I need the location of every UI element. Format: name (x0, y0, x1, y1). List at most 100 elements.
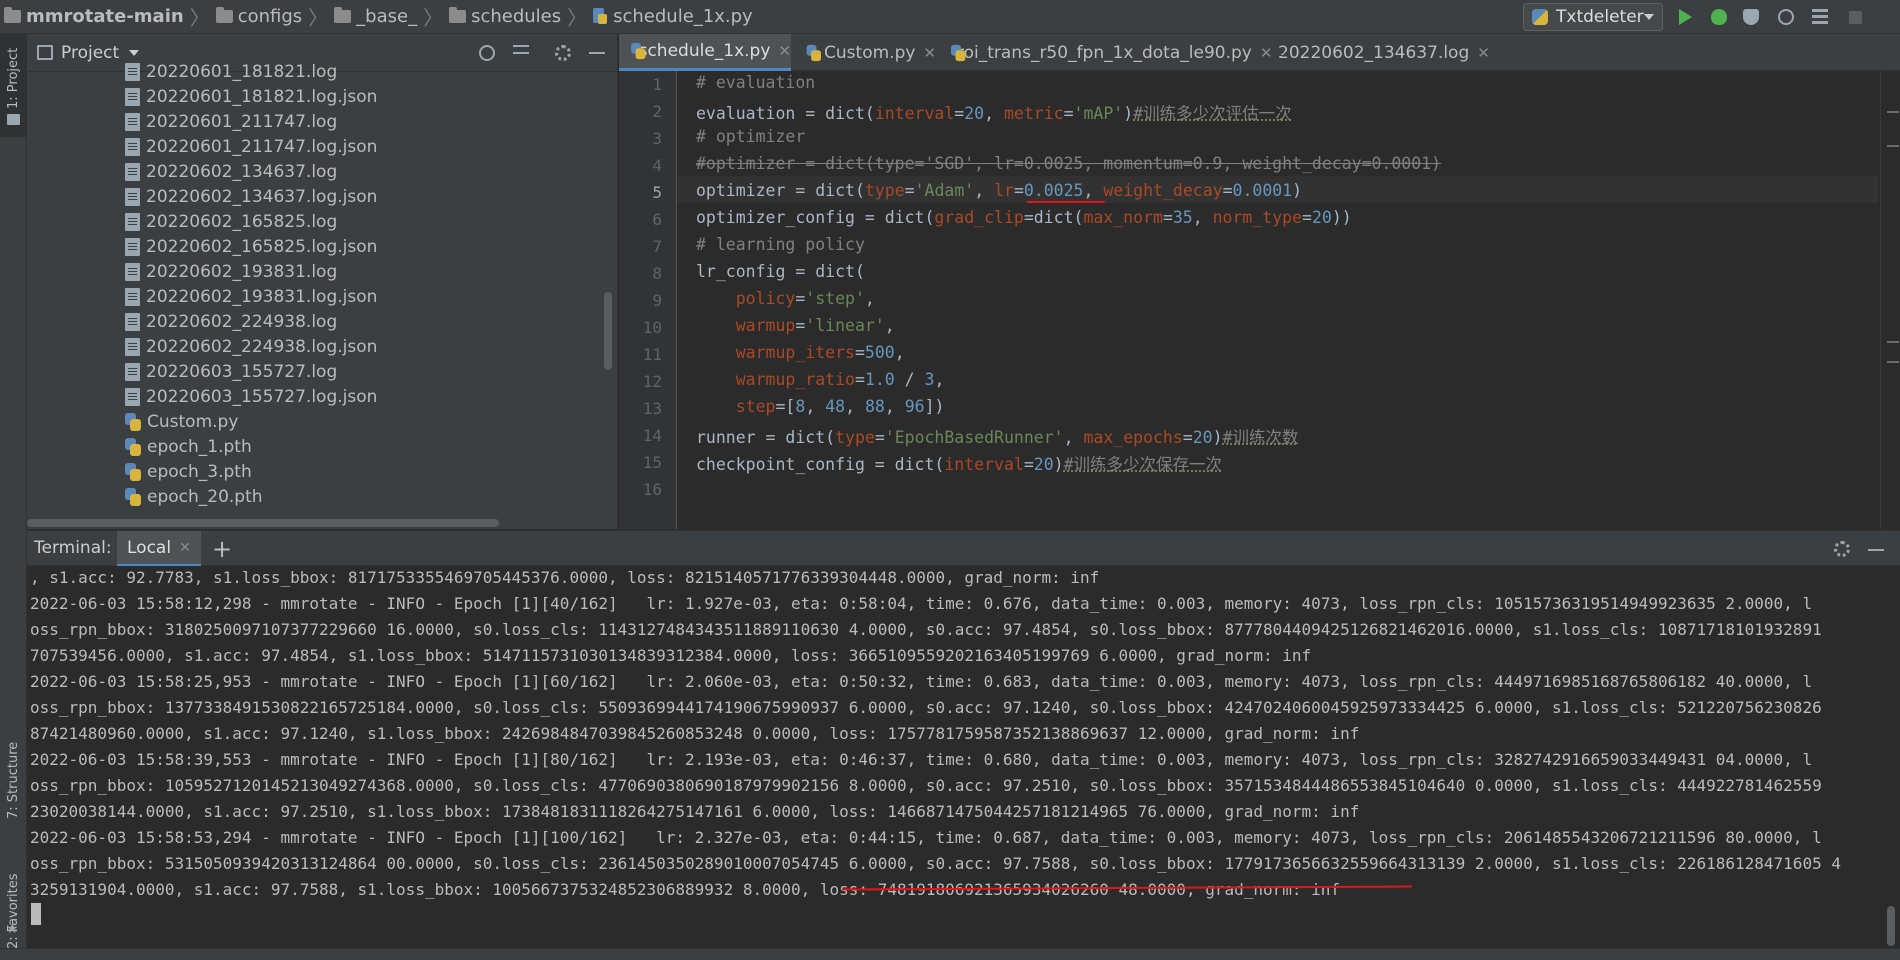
terminal-line: 3259131904.0000, s1.acc: 97.7588, s1.los… (30, 880, 1341, 899)
breadcrumb-file[interactable]: schedule_1x.py (613, 6, 753, 27)
tree-item[interactable]: 20220602_224938.log (125, 309, 337, 334)
log-file-icon (125, 362, 140, 381)
editor-scrollbar[interactable] (1880, 71, 1900, 529)
chevron-down-icon[interactable] (129, 49, 140, 56)
tree-item[interactable]: 20220602_134637.log (125, 159, 337, 184)
tree-item[interactable]: 20220602_193831.log (125, 259, 337, 284)
tab-label: roi_trans_r50_fpn_1x_dota_le90.py (957, 42, 1252, 63)
run-configuration-select[interactable]: Txtdeleter (1523, 3, 1663, 31)
line-number: 11 (642, 345, 662, 364)
concurrency-icon[interactable] (1812, 9, 1828, 25)
code-token: =dict( (1023, 208, 1084, 227)
log-file-icon (125, 387, 140, 406)
favorites-tool-label[interactable]: 2: Favorites (6, 873, 21, 949)
terminal-line: 2022-06-03 15:58:25,953 - mmrotate - INF… (30, 672, 1813, 691)
log-file-icon (125, 337, 140, 356)
tab-roi-trans[interactable]: roi_trans_r50_fpn_1x_dota_le90.py ✕ (939, 34, 1272, 71)
python-file-icon (125, 412, 141, 431)
code-string: 'linear' (805, 316, 885, 335)
terminal-line: oss_rpn_bbox: 5315050939420313124864 00.… (30, 854, 1841, 873)
tab-log[interactable]: 20220602_134637.log ✕ (1260, 34, 1490, 71)
python-file-icon (806, 44, 822, 61)
terminal-scrollbar[interactable] (1882, 566, 1900, 948)
code-line-9: policy='step', (696, 289, 875, 308)
line-number: 2 (652, 102, 662, 121)
tree-item[interactable]: epoch_1.pth (125, 434, 252, 459)
python-file-icon (631, 42, 643, 60)
code-token: = (1013, 181, 1024, 200)
code-token: = (1222, 181, 1233, 200)
run-configuration-label: Txtdeleter (1556, 7, 1644, 27)
debug-icon[interactable] (1711, 9, 1727, 25)
collapse-all-icon[interactable] (513, 45, 529, 61)
structure-tool-label[interactable]: 7: Structure (6, 742, 21, 819)
tree-item[interactable]: 20220601_211747.log.json (125, 134, 377, 159)
scrollbar-thumb[interactable] (1887, 906, 1895, 946)
breadcrumb-configs[interactable]: configs (238, 6, 302, 27)
minimize-icon[interactable] (1868, 549, 1884, 551)
tab-local[interactable]: Local ✕ (117, 531, 201, 567)
code-token: = (795, 289, 806, 308)
breadcrumb-separator: 〉 (189, 6, 210, 30)
log-file-icon (125, 62, 140, 81)
tree-item[interactable]: 20220602_165825.log (125, 209, 337, 234)
code-line-4: #optimizer = dict(type='SGD', lr=0.0025,… (696, 154, 1441, 173)
tab-schedule-1x[interactable]: schedule_1x.py ✕ (619, 34, 791, 71)
close-icon[interactable]: ✕ (923, 44, 936, 62)
horizontal-scrollbar[interactable] (27, 519, 499, 527)
code-token: = (954, 104, 965, 123)
tree-item[interactable]: 20220602_165825.log.json (125, 234, 377, 259)
coverage-icon[interactable] (1743, 9, 1759, 25)
tree-item[interactable]: Custom.py (125, 409, 238, 434)
tree-item[interactable]: epoch_20.pth (125, 484, 263, 509)
tree-item-label: 20220603_155727.log (146, 361, 338, 382)
locate-icon[interactable] (479, 45, 495, 61)
tree-item[interactable]: 20220602_224938.log.json (125, 334, 377, 359)
log-file-icon (125, 212, 140, 231)
close-icon[interactable]: ✕ (778, 42, 791, 60)
gear-icon[interactable] (1834, 541, 1850, 557)
breadcrumb-project[interactable]: mmrotate-main (26, 6, 184, 27)
run-icon[interactable] (1679, 9, 1692, 25)
editor-tabs: schedule_1x.py ✕ Custom.py ✕ roi_trans_r… (619, 34, 1900, 71)
gear-icon[interactable] (555, 45, 571, 61)
tree-item[interactable]: 20220602_193831.log.json (125, 284, 377, 309)
add-terminal-icon[interactable]: + (212, 535, 232, 563)
close-icon[interactable]: ✕ (179, 540, 191, 556)
code-comment: # learning policy (696, 235, 865, 254)
tree-item[interactable]: 20220601_211747.log (125, 109, 337, 134)
project-panel-title[interactable]: Project (61, 43, 119, 63)
code-token: optimizer = dict( (696, 181, 865, 200)
terminal-line: 2022-06-03 15:58:39,553 - mmrotate - INF… (30, 750, 1813, 769)
breadcrumb-schedules[interactable]: schedules (471, 6, 561, 27)
tree-item[interactable]: 20220603_155727.log.json (125, 384, 377, 409)
stop-icon[interactable] (1849, 11, 1862, 24)
code-token: ) (1292, 181, 1303, 200)
breadcrumb-base[interactable]: _base_ (356, 6, 417, 27)
tree-item[interactable]: 20220601_181821.log.json (125, 84, 377, 109)
tab-custom[interactable]: Custom.py ✕ (794, 34, 936, 71)
tree-item[interactable]: 20220602_134637.log.json (125, 184, 377, 209)
terminal-header: Terminal: Local ✕ + (27, 530, 1900, 567)
vertical-scrollbar[interactable] (604, 292, 612, 370)
terminal-output[interactable]: 3259131904.0000, s1.acc: 97.7588, s1.los… (27, 566, 1882, 948)
line-number: 3 (652, 129, 662, 148)
line-number: 12 (642, 372, 662, 391)
minimize-icon[interactable] (589, 52, 605, 54)
close-icon[interactable]: ✕ (1477, 44, 1490, 62)
tree-item-label: 20220601_211747.log.json (146, 136, 378, 157)
code-token: checkpoint_config = dict( (696, 455, 945, 474)
tree-item[interactable]: 20220603_155727.log (125, 359, 337, 384)
tree-item[interactable]: 20220601_181821.log (125, 59, 337, 84)
line-number: 16 (642, 480, 662, 499)
tree-item-label: 20220602_193831.log (146, 261, 338, 282)
code-comment: #训练多少次保存一次 (1063, 455, 1223, 474)
code-string: 'mAP' (1073, 104, 1124, 123)
code-editor[interactable]: # evaluation evaluation = dict(interval=… (678, 71, 1878, 529)
tree-item[interactable]: epoch_3.pth (125, 459, 252, 484)
code-token: , (974, 181, 995, 200)
profile-icon[interactable] (1778, 9, 1794, 25)
breadcrumb: mmrotate-main 〉 configs 〉 _base_ 〉 sched… (0, 0, 753, 34)
project-tool-label[interactable]: 1: Project (6, 48, 21, 109)
log-file-icon (125, 87, 140, 106)
